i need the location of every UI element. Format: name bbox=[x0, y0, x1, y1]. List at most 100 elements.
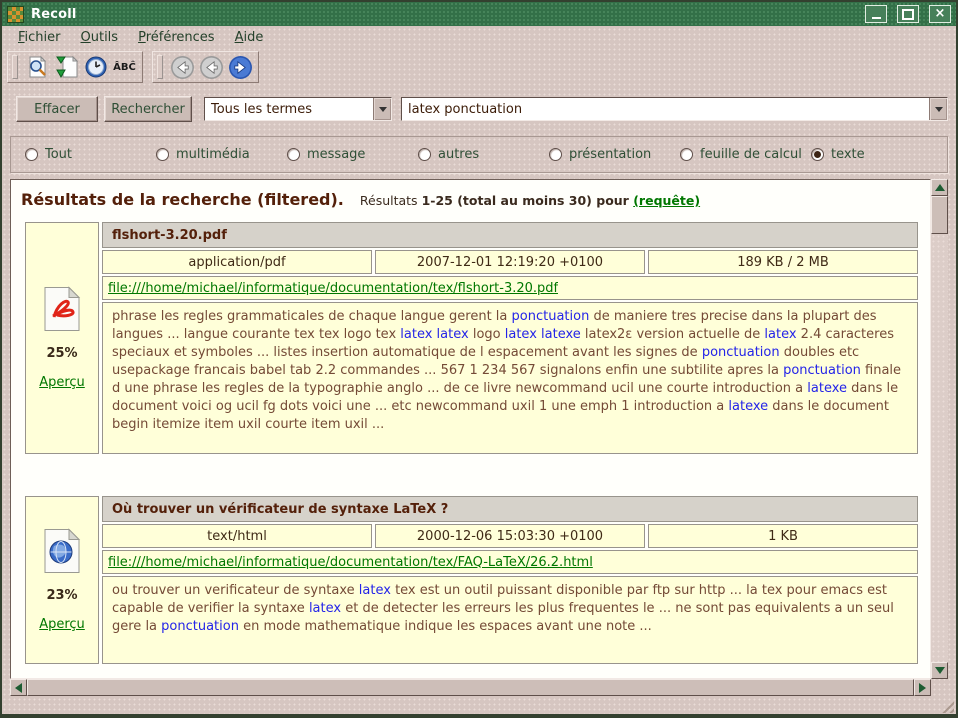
result-url-row: file:///home/michael/informatique/docume… bbox=[102, 550, 918, 574]
vertical-scrollbar-thumb[interactable] bbox=[931, 196, 948, 234]
clear-button[interactable]: Effacer bbox=[16, 96, 98, 122]
chevron-down-icon bbox=[379, 107, 387, 116]
pdf-file-icon bbox=[42, 286, 82, 332]
spelling-abc-icon: ÂBĈ bbox=[113, 62, 136, 73]
spelling-abc-button[interactable]: ÂBĈ bbox=[111, 54, 138, 80]
filter-label: texte bbox=[831, 147, 865, 162]
radio-icon bbox=[418, 148, 431, 161]
menubar: Fichier Outils Préférences Aide bbox=[2, 26, 956, 48]
toolbar-handle[interactable] bbox=[12, 55, 18, 79]
horizontal-scrollbar[interactable] bbox=[10, 679, 931, 696]
window-title: Recoll bbox=[31, 7, 855, 22]
filter-radio-tout[interactable]: Tout bbox=[25, 147, 156, 162]
search-mode-dropdown-button[interactable] bbox=[373, 98, 391, 120]
vertical-scrollbar[interactable] bbox=[931, 179, 948, 679]
resize-grip[interactable] bbox=[939, 698, 954, 713]
chevron-down-icon bbox=[935, 107, 943, 116]
filter-radio-texte[interactable]: texte bbox=[811, 147, 865, 162]
filter-radio-feuille-de-calcul[interactable]: feuille de calcul bbox=[680, 147, 811, 162]
radio-icon bbox=[811, 148, 824, 161]
close-button[interactable]: × bbox=[929, 5, 951, 23]
triangle-right-icon bbox=[919, 683, 931, 693]
filter-label: autres bbox=[438, 147, 479, 162]
horizontal-scrollbar-thumb[interactable] bbox=[27, 679, 914, 696]
result-1-main: flshort-3.20.pdf application/pdf 2007-12… bbox=[102, 222, 918, 454]
nav-previous-icon bbox=[199, 55, 224, 80]
scroll-left-button[interactable] bbox=[10, 679, 27, 696]
app-icon bbox=[7, 6, 24, 23]
search-query-combobox[interactable]: latex ponctuation bbox=[401, 97, 948, 121]
search-document-icon bbox=[26, 55, 50, 79]
search-mode-value: Tous les termes bbox=[205, 98, 373, 120]
result-url-link[interactable]: file:///home/michael/informatique/docume… bbox=[108, 555, 593, 570]
nav-first-icon bbox=[170, 55, 195, 80]
results-title: Résultats de la recherche (filtered). bbox=[21, 190, 344, 209]
search-query-value[interactable]: latex ponctuation bbox=[402, 98, 929, 120]
result-date: 2000-12-06 15:03:30 +0100 bbox=[375, 524, 645, 548]
toolbar-handle[interactable] bbox=[157, 55, 163, 79]
vertical-scrollbar-track[interactable] bbox=[931, 234, 948, 662]
history-clock-button[interactable] bbox=[82, 54, 109, 80]
search-query-dropdown-button[interactable] bbox=[929, 98, 947, 120]
titlebar: Recoll × bbox=[2, 2, 956, 26]
menu-preferences[interactable]: Préférences bbox=[132, 29, 220, 46]
result-2-side-panel: 23% Aperçu bbox=[25, 496, 99, 664]
result-title: flshort-3.20.pdf bbox=[102, 222, 918, 248]
result-1-side-panel: 25% Aperçu bbox=[25, 222, 99, 454]
index-update-button[interactable] bbox=[53, 54, 80, 80]
filter-radio-message[interactable]: message bbox=[287, 147, 418, 162]
filter-label: feuille de calcul bbox=[700, 147, 802, 162]
index-update-icon bbox=[55, 55, 79, 79]
scroll-up-button[interactable] bbox=[931, 179, 948, 196]
result-mime: text/html bbox=[102, 524, 372, 548]
html-file-icon bbox=[42, 528, 82, 574]
toolbar-group-nav bbox=[152, 51, 259, 83]
filter-radio-multimedia[interactable]: multimédia bbox=[156, 147, 287, 162]
status-bar bbox=[2, 696, 956, 714]
radio-icon bbox=[549, 148, 562, 161]
minimize-button[interactable] bbox=[865, 5, 887, 23]
nav-next-icon bbox=[228, 55, 253, 80]
preview-link[interactable]: Aperçu bbox=[39, 617, 85, 632]
close-icon: × bbox=[935, 9, 946, 19]
toolbar-group-tools: ÂBĈ bbox=[7, 51, 143, 83]
triangle-up-icon bbox=[935, 179, 945, 191]
query-link[interactable]: (requête) bbox=[633, 193, 700, 208]
preview-link[interactable]: Aperçu bbox=[39, 375, 85, 390]
maximize-icon bbox=[902, 9, 914, 20]
triangle-left-icon bbox=[10, 683, 22, 693]
scrollbar-corner bbox=[931, 679, 948, 696]
filter-category-group: Tout multimédia message autres présentat… bbox=[10, 136, 948, 173]
filter-label: message bbox=[307, 147, 365, 162]
relevance-percent: 25% bbox=[46, 346, 77, 361]
maximize-button[interactable] bbox=[897, 5, 919, 23]
result-size: 189 KB / 2 MB bbox=[648, 250, 918, 274]
minimize-icon bbox=[872, 9, 881, 19]
results-area: Résultats de la recherche (filtered). Ré… bbox=[10, 179, 948, 696]
filter-radio-presentation[interactable]: présentation bbox=[549, 147, 680, 162]
result-mime: application/pdf bbox=[102, 250, 372, 274]
filter-radio-autres[interactable]: autres bbox=[418, 147, 549, 162]
result-url-link[interactable]: file:///home/michael/informatique/docume… bbox=[108, 281, 558, 296]
result-date: 2007-12-01 12:19:20 +0100 bbox=[375, 250, 645, 274]
menu-aide[interactable]: Aide bbox=[229, 29, 270, 46]
result-url-row: file:///home/michael/informatique/docume… bbox=[102, 276, 918, 300]
nav-previous-button[interactable] bbox=[198, 54, 225, 80]
search-document-button[interactable] bbox=[24, 54, 51, 80]
nav-first-button[interactable] bbox=[169, 54, 196, 80]
menu-outils[interactable]: Outils bbox=[75, 29, 125, 46]
filter-label: multimédia bbox=[176, 147, 250, 162]
search-bar: Effacer Rechercher Tous les termes latex… bbox=[2, 86, 956, 136]
search-mode-select[interactable]: Tous les termes bbox=[204, 97, 392, 121]
result-title: Où trouver un vérificateur de syntaxe La… bbox=[102, 496, 918, 522]
scroll-down-button[interactable] bbox=[931, 662, 948, 679]
search-button[interactable]: Rechercher bbox=[104, 96, 192, 122]
nav-next-button[interactable] bbox=[227, 54, 254, 80]
results-list: Résultats de la recherche (filtered). Ré… bbox=[10, 179, 931, 679]
triangle-down-icon bbox=[935, 667, 945, 679]
result-snippet: ou trouver un verificateur de syntaxe la… bbox=[102, 576, 918, 664]
result-item-2: 23% Aperçu Où trouver un vérificateur de… bbox=[25, 496, 918, 664]
menu-fichier[interactable]: Fichier bbox=[12, 29, 67, 46]
recoll-window: Recoll × Fichier Outils Préférences Aide bbox=[0, 0, 958, 718]
scroll-right-button[interactable] bbox=[914, 679, 931, 696]
